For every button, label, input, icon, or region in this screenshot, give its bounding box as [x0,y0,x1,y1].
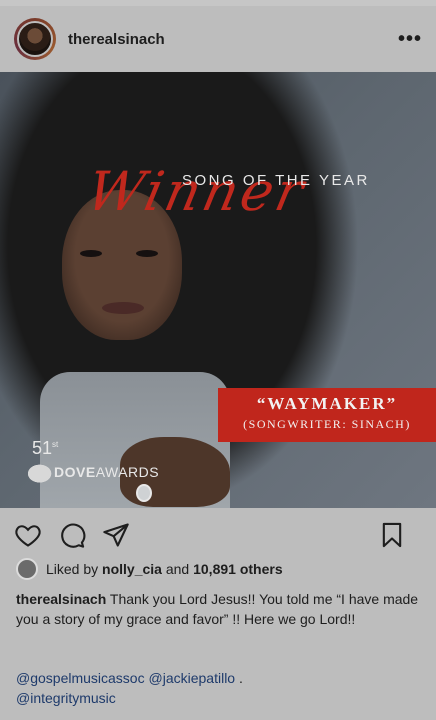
post-caption: therealsinach Thank you Lord Jesus!! You… [16,589,426,629]
caption-username[interactable]: therealsinach [16,591,106,607]
profile-avatar[interactable] [14,18,56,60]
liker-username[interactable]: nolly_cia [102,561,162,577]
like-icon[interactable] [14,521,42,549]
action-bar [0,508,436,562]
avatar-image [17,21,53,57]
post-header: therealsinach ••• [0,6,436,72]
song-title: “WAYMAKER” [256,394,398,413]
bookmark-icon[interactable] [378,521,406,549]
mention-separator: . [238,670,243,686]
likes-prefix: Liked by [46,561,99,577]
ring-shape [136,484,152,502]
mention-link[interactable]: @jackiepatillo [149,670,236,686]
mention-link[interactable]: @integritymusic [16,690,116,706]
likes-summary[interactable]: Liked by nolly_cia and 10,891 others [16,558,283,580]
more-options-icon[interactable]: ••• [398,28,422,51]
winner-text: Winner [81,160,312,223]
mention-link[interactable]: @gospelmusicassoc [16,670,145,686]
caption-mentions: @gospelmusicassoc @jackiepatillo . @inte… [16,668,426,708]
likes-count[interactable]: 10,891 others [193,561,283,577]
song-of-the-year-text: SONG OF THE YEAR [182,172,370,189]
left-eye [80,250,102,257]
songwriter-credit: (SONGWRITER: SINACH) [243,417,411,431]
song-banner: “WAYMAKER” (SONGWRITER: SINACH) [218,388,436,442]
liker-avatar [16,558,38,580]
dove-awards-text: DOVEAWARDS [54,464,160,480]
lips [102,302,144,314]
likes-joiner: and [165,561,190,577]
post-username[interactable]: therealsinach [68,31,165,48]
award-edition: 51st [32,438,59,458]
share-icon[interactable] [102,521,130,549]
right-eye [136,250,158,257]
comment-icon[interactable] [58,521,86,549]
post-image[interactable]: Winner SONG OF THE YEAR “WAYMAKER” (SONG… [0,72,436,508]
